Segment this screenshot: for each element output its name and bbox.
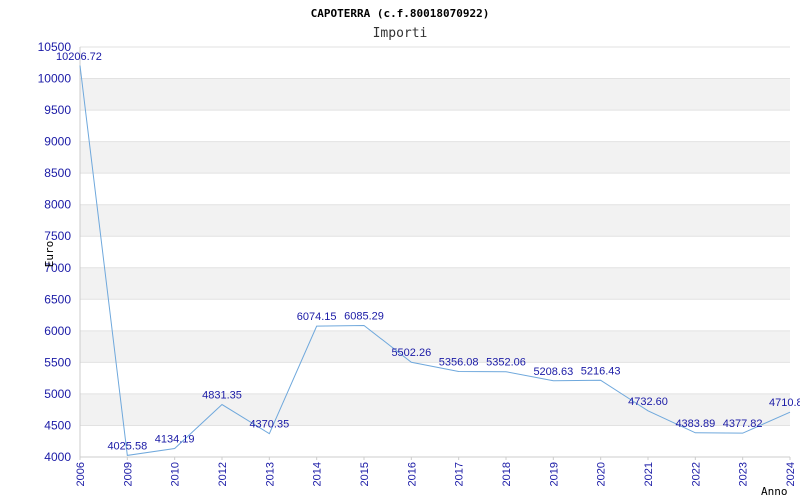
grid-band <box>80 267 790 300</box>
grid-band <box>80 330 790 363</box>
data-label: 4025.58 <box>107 440 147 452</box>
y-tick-label: 8500 <box>44 166 71 180</box>
x-tick-label: 2022 <box>690 462 702 486</box>
x-tick-label: 2024 <box>785 462 797 486</box>
x-tick-label: 2019 <box>548 462 560 486</box>
x-tick-label: 2021 <box>643 462 655 486</box>
x-tick-label: 2010 <box>170 462 182 486</box>
grid-band <box>80 78 790 111</box>
y-tick-label: 6000 <box>44 324 71 338</box>
grid-band <box>80 141 790 174</box>
y-tick-label: 4000 <box>44 450 71 464</box>
x-tick-label: 2009 <box>122 462 134 486</box>
y-axis-label: Euro <box>43 241 56 268</box>
data-label: 4710.8 <box>769 397 800 409</box>
data-label: 6074.15 <box>297 311 337 323</box>
x-tick-label: 2016 <box>406 462 418 486</box>
y-tick-label: 9500 <box>44 103 71 117</box>
y-tick-label: 4500 <box>44 418 71 432</box>
x-tick-label: 2020 <box>596 462 608 486</box>
chart-title: CAPOTERRA (c.f.80018070922) <box>311 7 490 20</box>
x-tick-label: 2006 <box>75 462 87 486</box>
x-tick-label: 2013 <box>264 462 276 486</box>
data-label: 4134.19 <box>155 434 195 446</box>
data-label: 5216.43 <box>581 365 621 377</box>
data-label: 4383.89 <box>675 418 715 430</box>
y-tick-label: 5000 <box>44 387 71 401</box>
y-tick-label: 8000 <box>44 198 71 212</box>
data-label: 4732.60 <box>628 396 668 408</box>
data-label: 4370.35 <box>249 419 289 431</box>
data-label: 5356.08 <box>439 356 479 368</box>
x-tick-label: 2015 <box>359 462 371 486</box>
line-chart: 4000450050005500600065007000750080008500… <box>38 7 800 498</box>
data-label: 6085.29 <box>344 310 384 322</box>
y-tick-label: 10000 <box>38 72 72 86</box>
data-label: 5208.63 <box>533 366 573 378</box>
data-label: 4377.82 <box>723 418 763 430</box>
grid-bands <box>80 78 790 426</box>
data-label: 5502.26 <box>391 347 431 359</box>
data-labels: 10206.72 4025.58 4134.19 4831.35 4370.35 6074… <box>56 51 800 452</box>
x-tick-label: 2017 <box>454 462 466 486</box>
data-label: 5352.06 <box>486 357 526 369</box>
grid-band <box>80 204 790 237</box>
data-label: 10206.72 <box>56 51 102 63</box>
data-label: 4831.35 <box>202 390 242 402</box>
x-tick-label: 2012 <box>217 462 229 486</box>
x-axis-label: Anno <box>761 485 788 498</box>
y-tick-label: 6500 <box>44 292 71 306</box>
x-tick-labels: 2006 2009 2010 2012 2013 2014 2015 2016 2017 2018… <box>75 457 797 486</box>
x-tick-label: 2018 <box>501 462 513 486</box>
x-tick-label: 2014 <box>312 462 324 486</box>
chart-subtitle: Importi <box>373 26 428 41</box>
x-tick-label: 2023 <box>738 462 750 486</box>
y-tick-label: 5500 <box>44 355 71 369</box>
y-tick-label: 9000 <box>44 135 71 149</box>
